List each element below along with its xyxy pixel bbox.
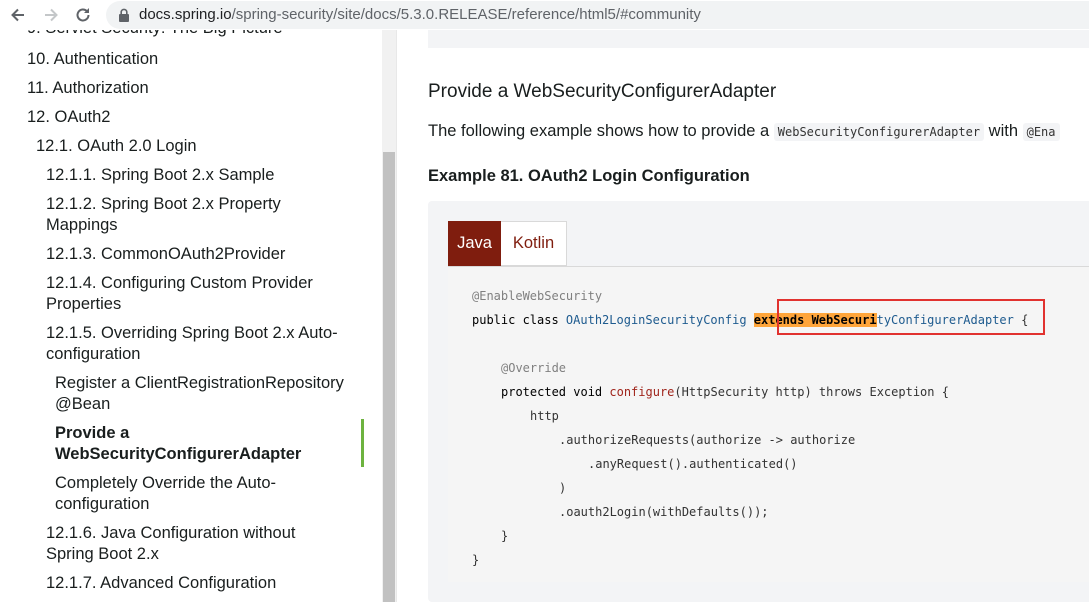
toc-item[interactable]: Register a ClientRegistrationRepository … — [55, 373, 360, 415]
toc-item[interactable]: 12.1.4. Configuring Custom Provider Prop… — [46, 273, 336, 315]
scrollbar-thumb[interactable] — [383, 152, 395, 602]
lock-icon — [119, 8, 129, 22]
example-title: Example 81. OAuth2 Login Configuration — [428, 167, 750, 185]
back-icon[interactable] — [7, 4, 29, 26]
code-line: .oauth2Login(withDefaults()); — [559, 505, 769, 519]
code-line: .anyRequest().authenticated() — [588, 457, 798, 471]
paragraph: The following example shows how to provi… — [428, 122, 1060, 141]
toc-sidebar: 9. Servlet Security: The Big Picture 10.… — [0, 30, 382, 602]
toc-item-active[interactable]: Provide a WebSecurityConfigurerAdapter — [55, 423, 355, 465]
code-line: } — [472, 553, 480, 567]
reload-icon[interactable] — [72, 4, 94, 26]
toc-item[interactable]: 12.1.6. Java Configuration without Sprin… — [46, 523, 336, 565]
toc-item[interactable]: 10. Authentication — [27, 49, 158, 70]
toc-item[interactable]: 12. OAuth2 — [27, 107, 110, 128]
toc-item[interactable]: 9. Servlet Security: The Big Picture — [27, 30, 283, 39]
code-example: Java Kotlin @EnableWebSecurity public cl… — [428, 201, 1089, 602]
url-text: docs.spring.io/spring-security/site/docs… — [139, 6, 701, 23]
tab-kotlin[interactable]: Kotlin — [501, 221, 567, 266]
toc-item[interactable]: 12.1.7. Advanced Configuration — [46, 573, 276, 594]
toc-item[interactable]: 12.1.5. Overriding Spring Boot 2.x Auto-… — [46, 323, 361, 365]
browser-toolbar: docs.spring.io/spring-security/site/docs… — [0, 0, 1089, 30]
code-line: @EnableWebSecurity — [472, 289, 603, 303]
toc-item[interactable]: 12.1.3. CommonOAuth2Provider — [46, 244, 285, 265]
code-line: .authorizeRequests(authorize -> authoriz… — [559, 433, 856, 447]
code-line: } — [501, 529, 509, 543]
code-line: @Override — [501, 361, 567, 375]
toc-item[interactable]: 11. Authorization — [27, 78, 149, 99]
code-line: protected void configure(HttpSecurity ht… — [501, 385, 949, 399]
inline-code: WebSecurityConfigurerAdapter — [773, 123, 985, 141]
toc-item[interactable]: 12.1.1. Spring Boot 2.x Sample — [46, 165, 274, 186]
annotation-red-box — [777, 299, 1045, 335]
section-heading: Provide a WebSecurityConfigurerAdapter — [428, 81, 777, 102]
inline-code: @Ena — [1022, 123, 1060, 141]
toc-item[interactable]: 12.1.2. Spring Boot 2.x Property Mapping… — [46, 194, 316, 236]
code-block-bottom — [428, 30, 1089, 48]
forward-icon[interactable] — [40, 4, 62, 26]
main-content: Provide a WebSecurityConfigurerAdapter T… — [397, 30, 1089, 602]
tab-java[interactable]: Java — [448, 221, 501, 266]
toc-item[interactable]: 12.1. OAuth 2.0 Login — [36, 136, 197, 157]
toc-item[interactable]: Completely Override the Auto-configurati… — [55, 473, 325, 515]
address-bar[interactable]: docs.spring.io/spring-security/site/docs… — [106, 1, 1089, 29]
code-line: ) — [559, 481, 567, 495]
sidebar-scrollbar[interactable] — [382, 30, 397, 602]
code-line: http — [530, 409, 559, 423]
active-indicator — [361, 419, 364, 467]
